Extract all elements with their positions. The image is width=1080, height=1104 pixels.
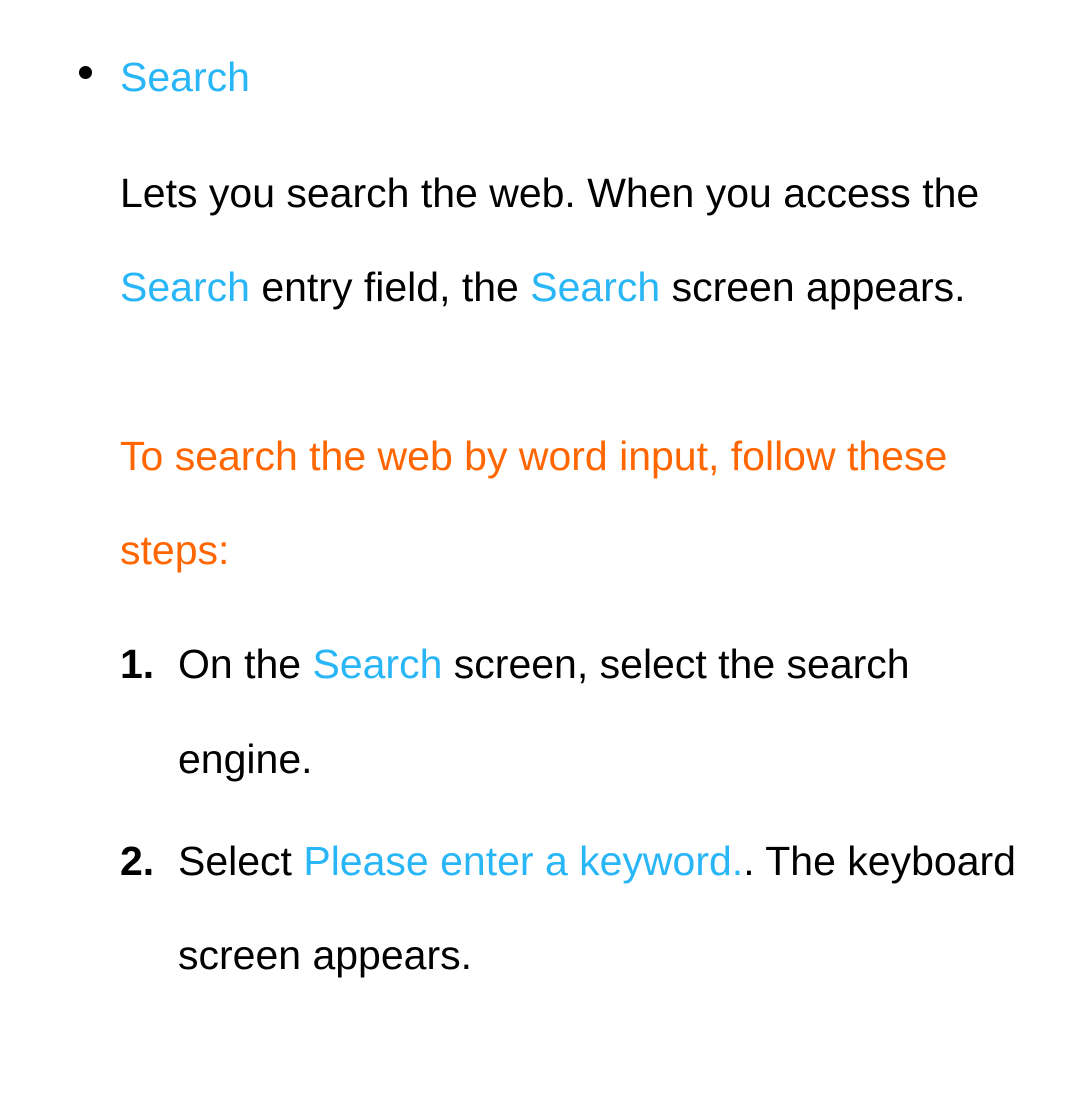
desc-text-mid: entry field, the <box>250 264 530 310</box>
inline-link-search-1[interactable]: Search <box>120 264 250 310</box>
step-text-pre: Select <box>178 838 303 884</box>
step-item: 1. On the Search screen, select the sear… <box>178 617 1032 806</box>
section-description: Lets you search the web. When you access… <box>120 146 1032 335</box>
bullet-content: Search Lets you search the web. When you… <box>120 30 1032 1003</box>
desc-text-post: screen appears. <box>660 264 965 310</box>
step-item: 2. Select Please enter a keyword.. The k… <box>178 814 1032 1003</box>
bullet-item: Search Lets you search the web. When you… <box>48 30 1032 1003</box>
step-text-pre: On the <box>178 641 312 687</box>
desc-text-pre: Lets you search the web. When you access… <box>120 170 979 216</box>
bullet-marker-icon <box>79 66 92 79</box>
inline-link-search-2[interactable]: Search <box>530 264 660 310</box>
steps-intro-heading: To search the web by word input, follow … <box>120 409 1032 598</box>
step-number: 1. <box>120 617 154 711</box>
inline-link-enter-keyword[interactable]: Please enter a keyword. <box>303 838 743 884</box>
section-title-link[interactable]: Search <box>120 53 250 102</box>
ordered-steps-list: 1. On the Search screen, select the sear… <box>178 617 1032 1002</box>
step-number: 2. <box>120 814 154 908</box>
inline-link-search-3[interactable]: Search <box>312 641 442 687</box>
